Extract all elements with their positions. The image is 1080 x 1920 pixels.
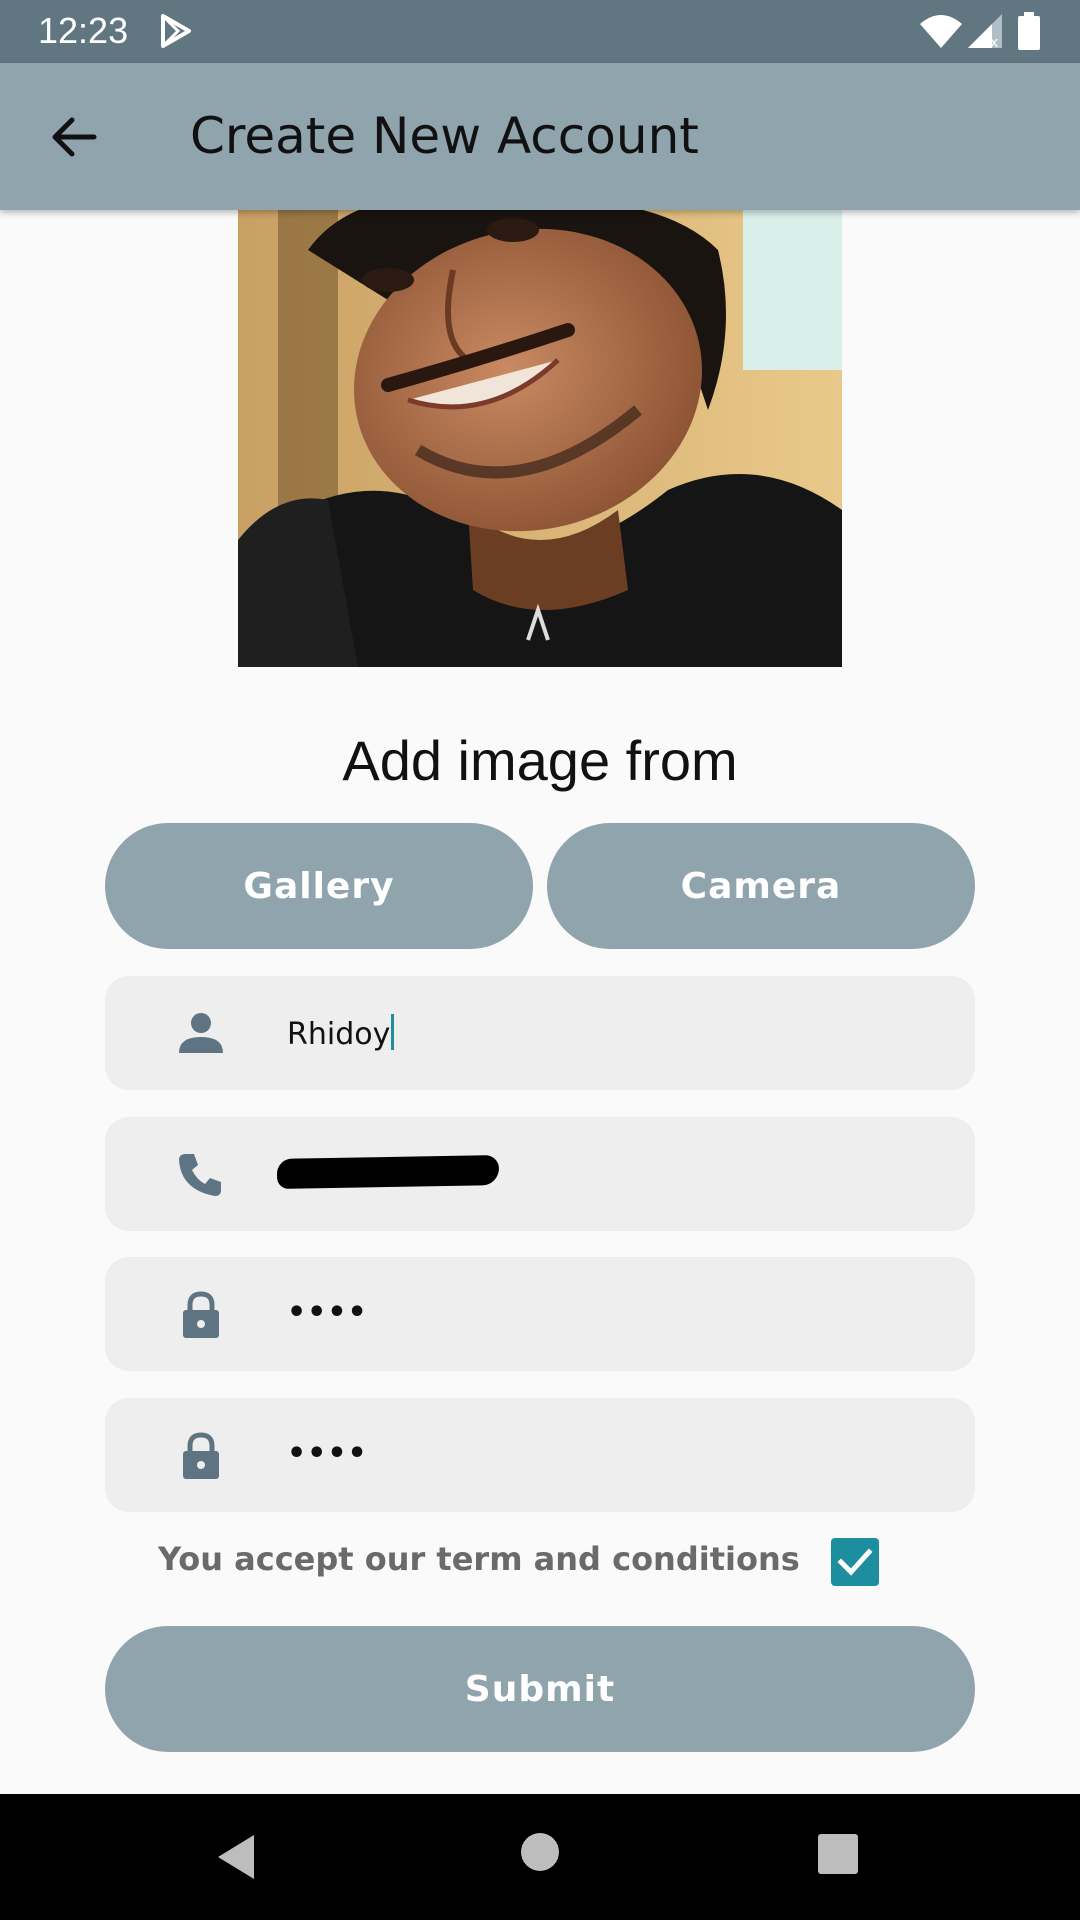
redacted-phone	[276, 1155, 500, 1189]
terms-label: You accept our term and conditions	[158, 1540, 800, 1578]
page-title: Create New Account	[190, 107, 699, 165]
profile-photo[interactable]	[238, 210, 842, 667]
status-bar: 12:23 x	[0, 0, 1080, 63]
battery-icon	[1018, 12, 1040, 50]
password-input[interactable]: ••••	[287, 1295, 368, 1330]
password-field[interactable]: ••••	[105, 1257, 975, 1371]
confirm-password-field[interactable]: ••••	[105, 1398, 975, 1512]
person-icon	[179, 1013, 223, 1053]
arrow-back-icon[interactable]	[44, 107, 104, 167]
add-image-title: Add image from	[342, 729, 738, 792]
submit-button[interactable]: Submit	[105, 1626, 975, 1752]
status-time: 12:23	[38, 10, 129, 51]
text-cursor	[391, 1014, 395, 1050]
app-bar: Create New Account	[0, 63, 1080, 210]
system-nav-bar	[0, 1794, 1080, 1920]
name-input[interactable]: Rhidoy	[287, 1014, 395, 1052]
name-field[interactable]: Rhidoy	[105, 976, 975, 1090]
confirm-password-input[interactable]: ••••	[287, 1436, 368, 1471]
camera-button[interactable]: Camera	[547, 823, 975, 949]
profile-photo-illustration	[238, 210, 842, 667]
lock-icon	[183, 1432, 219, 1479]
name-value: Rhidoy	[287, 1017, 391, 1052]
signal-icon: x	[968, 14, 1002, 48]
check-icon	[837, 1548, 873, 1576]
svg-text:x: x	[990, 35, 998, 48]
phone-icon	[179, 1154, 221, 1196]
nav-recents-icon[interactable]	[818, 1834, 858, 1874]
wifi-icon	[920, 15, 962, 48]
gallery-button[interactable]: Gallery	[105, 823, 533, 949]
nav-home-icon[interactable]	[520, 1832, 560, 1872]
lock-icon	[183, 1291, 219, 1338]
phone-field[interactable]	[105, 1117, 975, 1231]
terms-checkbox[interactable]	[831, 1538, 879, 1586]
play-store-icon	[161, 14, 191, 48]
nav-back-icon[interactable]	[214, 1832, 258, 1882]
